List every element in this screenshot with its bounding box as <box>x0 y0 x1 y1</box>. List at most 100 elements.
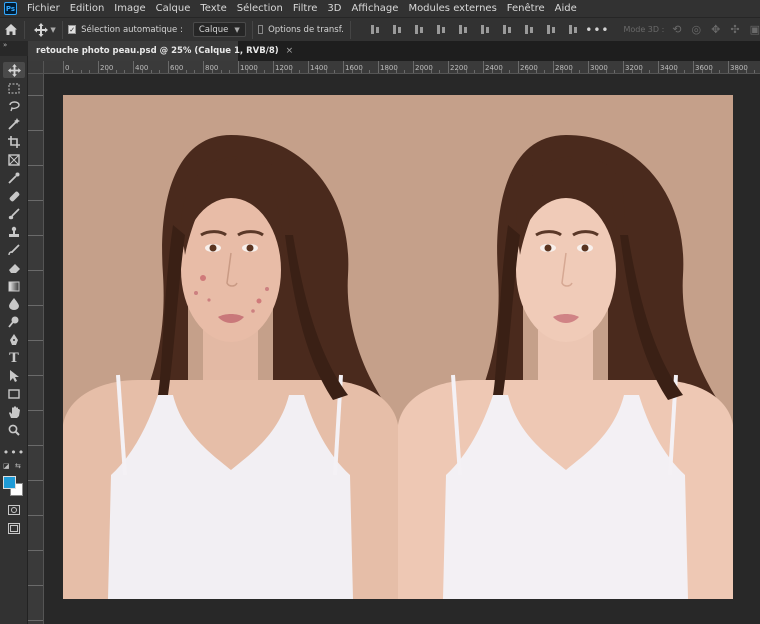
ruler-tick <box>28 480 43 481</box>
rectangle-tool[interactable] <box>3 386 25 402</box>
ruler-tick <box>28 585 43 586</box>
ruler-tick <box>28 550 43 551</box>
healing-brush-tool[interactable] <box>3 188 25 204</box>
ruler-tick <box>203 61 204 73</box>
ruler-tick <box>28 410 43 411</box>
photoshop-logo[interactable]: Ps <box>4 2 17 15</box>
ruler-corner[interactable] <box>28 61 44 74</box>
horizontal-ruler[interactable]: 0 200 400 600 800 1000 1200 1400 1600 1800 2000 220… <box>44 61 760 74</box>
scale-3d-icon[interactable]: ▣ <box>750 23 760 36</box>
type-tool[interactable]: T <box>3 350 25 366</box>
move-tool[interactable] <box>3 62 25 78</box>
distribute-bottom-icon[interactable] <box>546 24 557 35</box>
ruler-minor-tick <box>684 70 686 73</box>
ruler-tick <box>28 235 43 236</box>
ruler-tick <box>28 130 43 131</box>
vertical-ruler[interactable] <box>28 74 44 624</box>
path-selection-tool[interactable] <box>3 368 25 384</box>
menu-fichier[interactable]: Fichier <box>27 3 60 14</box>
hand-tool[interactable] <box>3 404 25 420</box>
pen-tool[interactable] <box>3 332 25 348</box>
ruler-tick <box>448 61 449 73</box>
menu-aide[interactable]: Aide <box>555 3 577 14</box>
align-right-icon[interactable] <box>480 24 491 35</box>
menu-texte[interactable]: Texte <box>200 3 226 14</box>
ruler-tick <box>728 61 729 73</box>
transform-controls-checkbox[interactable] <box>258 25 264 34</box>
dodge-tool[interactable] <box>3 314 25 330</box>
auto-select-target-dropdown[interactable]: Calque ▼ <box>192 22 246 37</box>
swap-colors-icon[interactable]: ⇆ <box>15 462 21 470</box>
gradient-tool[interactable] <box>3 278 25 294</box>
more-tools-button[interactable]: ••• <box>3 444 25 460</box>
frame-tool[interactable] <box>3 152 25 168</box>
ruler-minor-tick <box>631 70 633 73</box>
quick-mask-button[interactable] <box>3 502 25 518</box>
ruler-minor-tick <box>474 70 476 73</box>
more-options-button[interactable]: ••• <box>585 23 609 37</box>
ruler-minor-tick <box>386 70 388 73</box>
blur-tool[interactable] <box>3 296 25 312</box>
slide-3d-icon[interactable]: ✣ <box>730 23 739 36</box>
distribute-center-icon[interactable] <box>524 24 535 35</box>
menu-edition[interactable]: Edition <box>70 3 105 14</box>
menu-modules-externes[interactable]: Modules externes <box>408 3 496 14</box>
menu-3d[interactable]: 3D <box>327 3 341 14</box>
ruler-minor-tick <box>561 70 563 73</box>
distribute-horizontal-icon[interactable] <box>568 24 579 35</box>
magic-wand-tool[interactable] <box>3 116 25 132</box>
ruler-tick <box>28 445 43 446</box>
zoom-tool[interactable] <box>3 422 25 438</box>
ruler-tick <box>98 61 99 73</box>
menu-selection[interactable]: Sélection <box>237 3 283 14</box>
document-canvas[interactable] <box>63 95 733 599</box>
ruler-minor-tick <box>255 70 257 73</box>
clone-stamp-tool[interactable] <box>3 224 25 240</box>
menu-fenetre[interactable]: Fenêtre <box>507 3 545 14</box>
document-tab[interactable]: retouche photo peau.psd @ 25% (Calque 1,… <box>28 41 293 61</box>
tool-preset-picker[interactable]: ▼ <box>34 22 56 37</box>
roll-3d-icon[interactable]: ◎ <box>692 23 702 36</box>
foreground-color-swatch[interactable] <box>3 476 16 489</box>
auto-select-checkbox[interactable]: ✓ <box>68 25 77 34</box>
pan-3d-icon[interactable]: ✥ <box>711 23 720 36</box>
menu-bar: Ps Fichier Edition Image Calque Texte Sé… <box>0 0 760 17</box>
align-bottom-icon[interactable] <box>414 24 425 35</box>
home-icon <box>5 24 17 35</box>
marquee-tool[interactable] <box>3 80 25 96</box>
align-horizontal-center-icon[interactable] <box>458 24 469 35</box>
eraser-tool[interactable] <box>3 260 25 276</box>
menu-calque[interactable]: Calque <box>156 3 191 14</box>
align-left-icon[interactable] <box>436 24 447 35</box>
ruler-minor-tick <box>316 70 318 73</box>
ruler-label: 0 <box>65 64 70 72</box>
screen-mode-button[interactable] <box>3 520 25 536</box>
distribute-top-icon[interactable] <box>502 24 513 35</box>
menu-image[interactable]: Image <box>114 3 145 14</box>
toolbar-collapse-button[interactable]: » <box>0 41 28 50</box>
ruler-minor-tick <box>456 70 458 73</box>
ruler-minor-tick <box>299 70 301 73</box>
menu-filtre[interactable]: Filtre <box>293 3 318 14</box>
close-icon[interactable]: × <box>286 46 294 56</box>
orbit-3d-icon[interactable]: ⟲ <box>672 23 681 36</box>
home-button[interactable] <box>4 19 18 41</box>
brush-tool[interactable] <box>3 206 25 222</box>
ruler-tick <box>273 61 274 73</box>
history-brush-icon <box>8 244 20 256</box>
eyedropper-tool[interactable] <box>3 170 25 186</box>
history-brush-tool[interactable] <box>3 242 25 258</box>
crop-tool[interactable] <box>3 134 25 150</box>
arrow-pointer-icon <box>10 370 19 382</box>
default-colors-icon[interactable]: ◪ <box>3 462 10 470</box>
align-top-icon[interactable] <box>370 24 381 35</box>
3d-mode-buttons: ⟲ ◎ ✥ ✣ ▣ <box>672 23 760 36</box>
ruler-tick <box>63 61 64 73</box>
ruler-minor-tick <box>141 70 143 73</box>
align-vertical-center-icon[interactable] <box>392 24 403 35</box>
ellipsis-icon: ••• <box>2 445 26 459</box>
ruler-minor-tick <box>605 70 607 73</box>
ruler-minor-tick <box>194 70 196 73</box>
menu-affichage[interactable]: Affichage <box>351 3 398 14</box>
lasso-tool[interactable] <box>3 98 25 114</box>
